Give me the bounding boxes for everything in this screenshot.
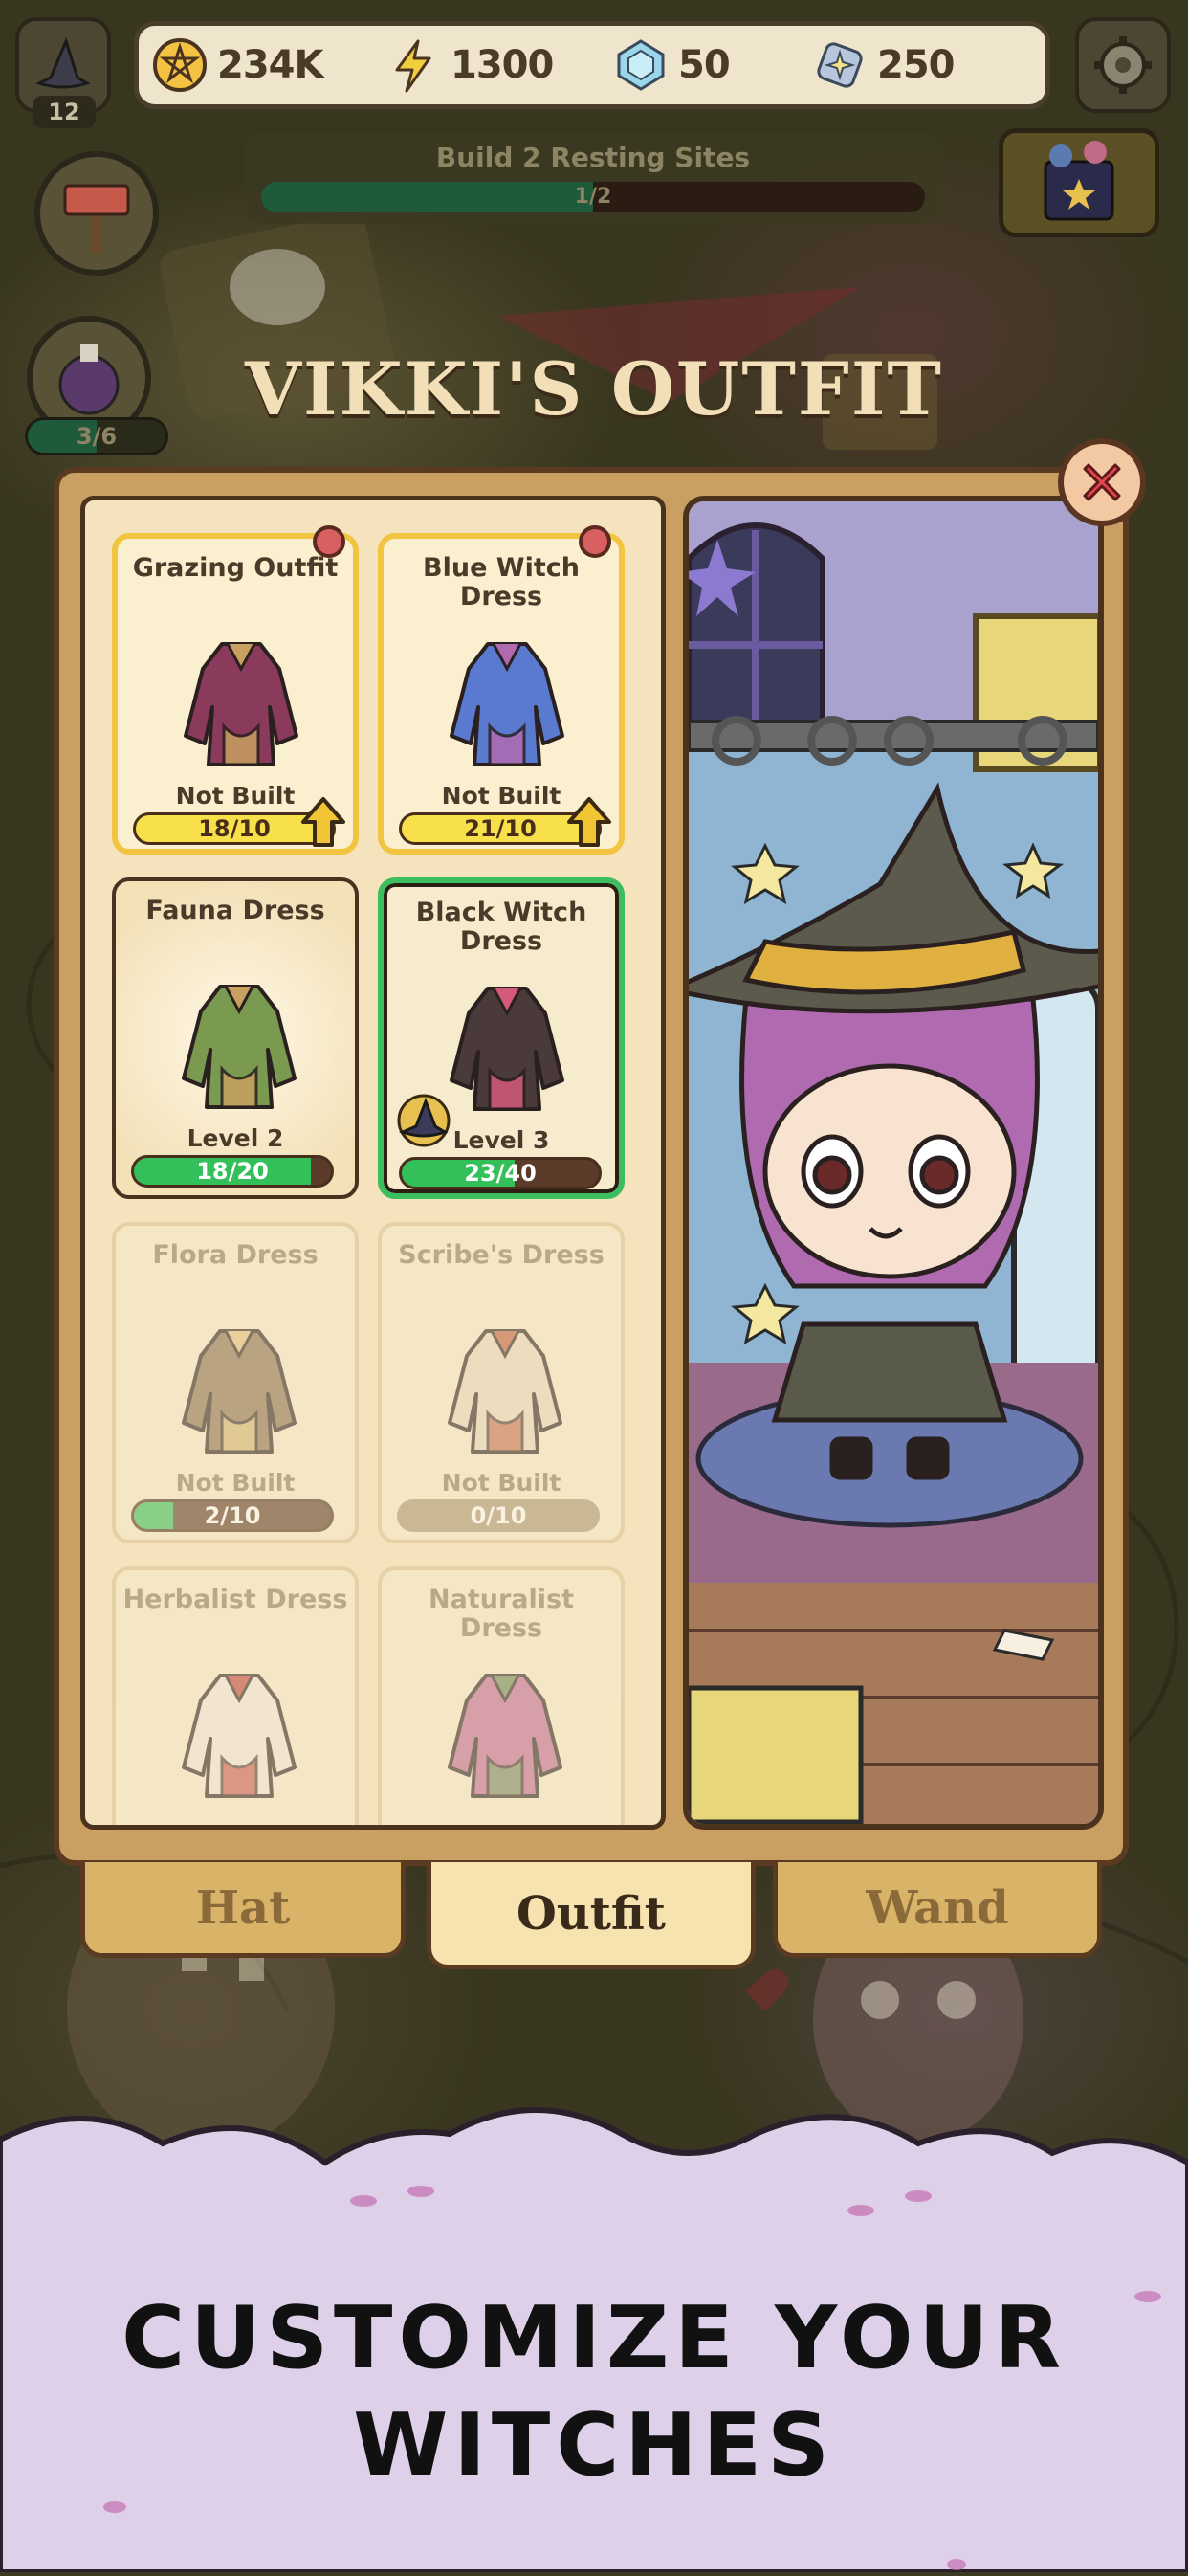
- outfit-card[interactable]: Grazing Outfit Not Built 18/10: [112, 525, 359, 855]
- character-preview: [683, 496, 1104, 1830]
- outfit-card[interactable]: Fauna Dress Level 2 18/20: [112, 877, 359, 1199]
- settings-button[interactable]: [1075, 17, 1171, 113]
- level-badge: 12: [33, 96, 96, 128]
- outfit-progress-value: 18/20: [196, 1158, 269, 1185]
- witch-hat-icon: [35, 36, 91, 89]
- dress-icon: [450, 642, 564, 766]
- dress-icon: [182, 985, 297, 1109]
- resource-bar: 234K 1300 50 250: [134, 21, 1050, 109]
- equipped-hat-icon: [397, 1094, 451, 1147]
- outfit-name: Grazing Outfit: [132, 553, 339, 583]
- crystals-resource[interactable]: 250: [812, 26, 955, 104]
- outfit-list[interactable]: Grazing Outfit Not Built 18/10 Blue Witch D…: [80, 496, 666, 1830]
- pentagram-coin-icon: [152, 37, 208, 93]
- upgrade-arrow-icon: [567, 797, 611, 847]
- outfit-status: Not Built: [441, 1469, 561, 1497]
- crystals-value: 250: [877, 43, 955, 87]
- gift-box-button[interactable]: [999, 128, 1159, 237]
- signpost-button[interactable]: [34, 151, 159, 276]
- outfit-name: Flora Dress: [152, 1240, 319, 1270]
- outfit-card[interactable]: Blue Witch Dress Not Built 21/10: [378, 525, 625, 855]
- outfit-status: Not Built: [175, 1469, 296, 1497]
- notification-dot: [579, 525, 611, 558]
- quest-progress-bar: 1/2: [261, 182, 925, 212]
- star-crystal-icon: [812, 37, 868, 93]
- notification-dot: [313, 525, 345, 558]
- witch-character-illustration: [689, 501, 1098, 1824]
- dress-icon: [182, 1674, 297, 1798]
- outfit-card[interactable]: Flora Dress Not Built 2/10: [112, 1222, 359, 1543]
- dress-icon: [182, 1329, 297, 1454]
- outfit-status: Level 2: [187, 1124, 284, 1152]
- dress-icon: [184, 642, 298, 766]
- energy-resource[interactable]: 1300: [385, 26, 554, 104]
- tab-wand[interactable]: Wand: [773, 1862, 1102, 1958]
- outfit-card[interactable]: Naturalist Dress: [378, 1566, 625, 1825]
- upgrade-arrow-icon: [301, 797, 345, 847]
- lightning-icon: [385, 37, 441, 93]
- outfit-name: Scribe's Dress: [398, 1240, 605, 1270]
- dress-icon: [448, 1674, 562, 1798]
- promo-line-2: WITCHES: [353, 2395, 835, 2496]
- panel-title: VIKKI'S OUTFIT: [245, 346, 943, 432]
- gold-value: 234K: [217, 43, 323, 87]
- outfit-name: Black Witch Dress: [415, 898, 587, 956]
- dress-icon: [448, 1329, 562, 1454]
- outfit-card[interactable]: Scribe's Dress Not Built 0/10: [378, 1222, 625, 1543]
- gold-resource[interactable]: 234K: [152, 26, 323, 104]
- tab-hat[interactable]: Hat: [80, 1862, 406, 1958]
- tab-outfit[interactable]: Outfit: [427, 1862, 756, 1969]
- outfit-progress-bar: 23/40: [399, 1157, 602, 1189]
- outfit-name: Blue Witch Dress: [423, 553, 580, 611]
- outfit-progress-bar: 18/20: [131, 1155, 334, 1188]
- energy-value: 1300: [451, 43, 554, 87]
- promo-line-1: CUSTOMIZE YOUR: [121, 2288, 1067, 2388]
- gems-resource[interactable]: 50: [613, 26, 731, 104]
- gift-box-icon: [1044, 141, 1114, 221]
- gems-value: 50: [678, 43, 731, 87]
- close-icon: [1083, 463, 1121, 501]
- signpost-icon: [63, 184, 130, 253]
- outfit-name: Fauna Dress: [145, 896, 325, 925]
- outfit-progress-bar: 2/10: [131, 1499, 334, 1532]
- quest-banner[interactable]: Build 2 Resting Sites 1/2: [244, 132, 942, 224]
- outfit-card[interactable]: Black Witch Dress Level 3 23/40: [378, 877, 625, 1199]
- outfit-name: Herbalist Dress: [122, 1585, 348, 1614]
- outfit-progress-bar: 0/10: [397, 1499, 600, 1532]
- quest-progress-value: 1/2: [574, 185, 612, 209]
- promo-headline: CUSTOMIZE YOUR WITCHES: [0, 2285, 1188, 2499]
- outfit-progress-value: 2/10: [204, 1502, 261, 1529]
- close-button[interactable]: [1058, 438, 1146, 526]
- crystal-gem-icon: [613, 37, 669, 93]
- outfit-card[interactable]: Herbalist Dress: [112, 1566, 359, 1825]
- dress-icon: [450, 987, 564, 1111]
- outfit-progress-value: 23/40: [464, 1160, 537, 1187]
- quest-title: Build 2 Resting Sites: [435, 142, 751, 173]
- gear-icon: [1094, 36, 1152, 94]
- outfit-name: Naturalist Dress: [429, 1585, 574, 1643]
- outfit-progress-value: 0/10: [470, 1502, 527, 1529]
